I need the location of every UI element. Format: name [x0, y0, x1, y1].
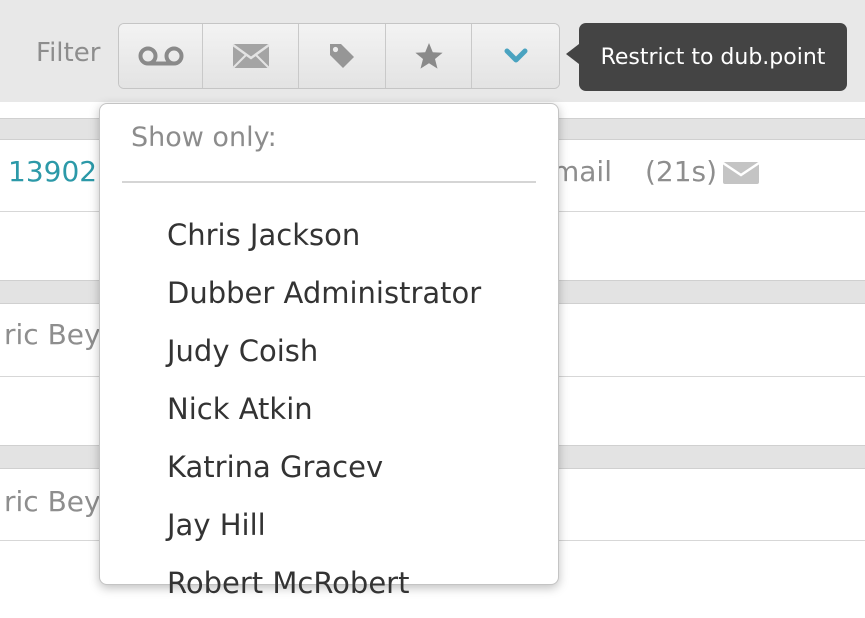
recording-number-link[interactable]: 13902 — [8, 155, 97, 188]
filter-email-button[interactable] — [203, 24, 299, 88]
filter-voicemail-button[interactable] — [119, 24, 203, 88]
tooltip-arrow — [566, 44, 579, 64]
caller-name: ric Bey — [4, 485, 101, 518]
recording-duration: (21s) — [645, 155, 718, 188]
dropdown-item-katrina-gracev[interactable]: Katrina Gracev — [100, 444, 556, 502]
dropdown-title: Show only: — [131, 122, 277, 153]
tooltip: Restrict to dub.point — [579, 23, 847, 91]
star-icon — [414, 43, 443, 69]
filter-tag-button[interactable] — [299, 24, 386, 88]
tag-icon — [330, 44, 354, 68]
dropdown-item-dubber-administrator[interactable]: Dubber Administrator — [100, 270, 556, 328]
filter-label: Filter — [36, 38, 101, 68]
voicemail-icon — [138, 46, 183, 66]
caller-name: ric Bey — [4, 318, 101, 351]
show-only-dropdown: Show only: Chris Jackson Dubber Administ… — [99, 103, 559, 600]
dropdown-item-robert-mcrobert[interactable]: Robert McRobert — [100, 560, 556, 618]
dropdown-item-jay-hill[interactable]: Jay Hill — [100, 502, 556, 560]
recording-type: mail — [552, 155, 612, 188]
envelope-icon[interactable] — [722, 161, 760, 185]
chevron-down-icon — [504, 48, 527, 63]
tooltip-text: Restrict to dub.point — [600, 44, 826, 70]
dropdown-item-chris-jackson[interactable]: Chris Jackson — [100, 212, 556, 270]
filter-button-group — [118, 23, 560, 89]
dropdown-user-list: Chris Jackson Dubber Administrator Judy … — [100, 212, 556, 618]
dropdown-item-judy-coish[interactable]: Judy Coish — [100, 328, 556, 386]
filter-star-button[interactable] — [386, 24, 472, 88]
dropdown-item-nick-atkin[interactable]: Nick Atkin — [100, 386, 556, 444]
dropdown-divider — [122, 181, 536, 183]
envelope-icon — [231, 43, 270, 69]
filter-restrict-dropdown-button[interactable] — [472, 24, 559, 88]
